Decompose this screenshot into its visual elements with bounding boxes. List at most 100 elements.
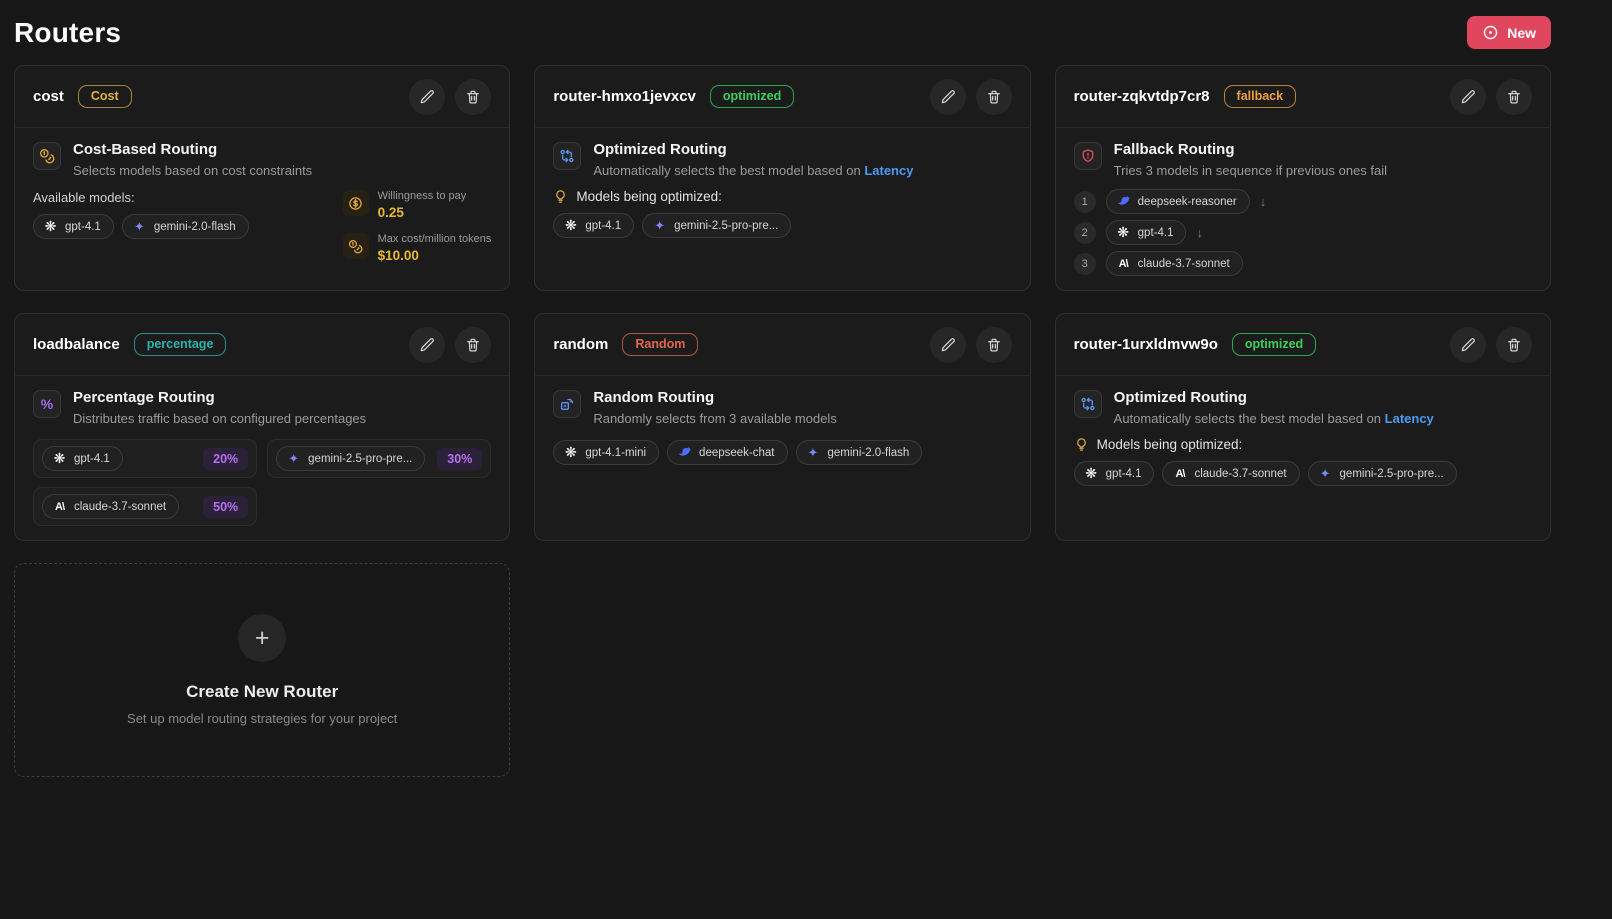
arrow-down-icon: ↓ bbox=[1260, 194, 1267, 209]
router-name: cost bbox=[33, 88, 64, 105]
edit-router-button[interactable] bbox=[409, 79, 445, 115]
gemini-icon: ✦ bbox=[652, 218, 667, 233]
edit-router-button[interactable] bbox=[930, 79, 966, 115]
shield-alert-icon bbox=[1074, 142, 1102, 170]
router-card-1urxldmvw9o: router-1urxldmvw9o optimized bbox=[1055, 313, 1551, 541]
model-chip: deepseek-reasoner bbox=[1106, 189, 1250, 214]
stat-value: 0.25 bbox=[378, 205, 467, 220]
openai-icon: ❋ bbox=[1084, 466, 1099, 481]
optimized-models-row: Models being optimized: bbox=[553, 189, 1011, 204]
card-header: loadbalance percentage bbox=[15, 314, 509, 376]
model-chip: ✦ gemini-2.5-pro-pre... bbox=[1308, 461, 1457, 486]
strategy-header: Random Routing Randomly selects from 3 a… bbox=[553, 389, 1011, 426]
strategy-header: Optimized Routing Automatically selects … bbox=[1074, 389, 1532, 426]
gemini-icon: ✦ bbox=[286, 451, 301, 466]
fallback-step: 3 A\ claude-3.7-sonnet bbox=[1074, 251, 1532, 276]
trash-icon bbox=[1506, 89, 1522, 105]
step-number: 3 bbox=[1074, 253, 1096, 275]
strategy-header: % Percentage Routing Distributes traffic… bbox=[33, 389, 491, 426]
optimized-models-label: Models being optimized: bbox=[1097, 437, 1243, 452]
coins-icon bbox=[343, 233, 369, 259]
router-card-random: random Random Random Ro bbox=[534, 313, 1030, 541]
router-type-badge: fallback bbox=[1224, 85, 1297, 108]
model-chip: ✦ gemini-2.0-flash bbox=[122, 214, 249, 239]
card-body: Cost-Based Routing Selects models based … bbox=[15, 128, 509, 290]
delete-router-button[interactable] bbox=[455, 327, 491, 363]
stat-willingness: Willingness to pay 0.25 bbox=[343, 190, 492, 220]
trash-icon bbox=[465, 89, 481, 105]
optimized-models-label: Models being optimized: bbox=[576, 189, 722, 204]
card-body: Random Routing Randomly selects from 3 a… bbox=[535, 376, 1029, 540]
card-actions bbox=[930, 79, 1012, 115]
percent-badge: 50% bbox=[203, 496, 248, 518]
model-chips: ❋ gpt-4.1 A\ claude-3.7-sonnet ✦ gemini-… bbox=[1074, 461, 1532, 486]
allocation-row: ✦ gemini-2.5-pro-pre... 30% bbox=[267, 439, 491, 478]
strategy-title: Optimized Routing bbox=[593, 141, 913, 159]
trash-icon bbox=[986, 89, 1002, 105]
allocation-row: A\ claude-3.7-sonnet 50% bbox=[33, 487, 257, 526]
create-router-subtitle: Set up model routing strategies for your… bbox=[127, 711, 397, 726]
delete-router-button[interactable] bbox=[1496, 79, 1532, 115]
create-router-title: Create New Router bbox=[186, 682, 338, 702]
create-new-router-card[interactable]: + Create New Router Set up model routing… bbox=[14, 563, 510, 777]
card-actions bbox=[409, 79, 491, 115]
fallback-step: 2 ❋ gpt-4.1 ↓ bbox=[1074, 220, 1532, 245]
strategy-title: Random Routing bbox=[593, 389, 837, 407]
card-actions bbox=[1450, 79, 1532, 115]
gemini-icon: ✦ bbox=[1318, 466, 1333, 481]
edit-router-button[interactable] bbox=[1450, 79, 1486, 115]
delete-router-button[interactable] bbox=[455, 79, 491, 115]
strategy-header: Optimized Routing Automatically selects … bbox=[553, 141, 1011, 178]
cost-stats: Willingness to pay 0.25 Max cost/million… bbox=[343, 190, 492, 263]
model-chip: ❋ gpt-4.1-mini bbox=[553, 440, 659, 465]
strategy-description: Selects models based on cost constraints bbox=[73, 163, 312, 178]
delete-router-button[interactable] bbox=[1496, 327, 1532, 363]
router-card-cost: cost Cost Cost-Based Ro bbox=[14, 65, 510, 291]
edit-router-button[interactable] bbox=[1450, 327, 1486, 363]
router-type-badge: Cost bbox=[78, 85, 132, 108]
router-card-zqkvtdp7cr8: router-zqkvtdp7cr8 fallback bbox=[1055, 65, 1551, 291]
model-chip: ✦ gemini-2.5-pro-pre... bbox=[642, 213, 791, 238]
pencil-icon bbox=[419, 89, 435, 105]
card-body: % Percentage Routing Distributes traffic… bbox=[15, 376, 509, 540]
trash-icon bbox=[986, 337, 1002, 353]
router-type-badge: Random bbox=[622, 333, 698, 356]
lightbulb-icon bbox=[1074, 437, 1089, 452]
strategy-title: Fallback Routing bbox=[1114, 141, 1387, 159]
delete-router-button[interactable] bbox=[976, 79, 1012, 115]
model-chip: ❋ gpt-4.1 bbox=[1074, 461, 1155, 486]
card-body: Fallback Routing Tries 3 models in seque… bbox=[1056, 128, 1550, 290]
edit-router-button[interactable] bbox=[409, 327, 445, 363]
model-chips: ❋ gpt-4.1-mini deepseek-chat ✦ gemini-2.… bbox=[553, 440, 1011, 465]
model-chip: deepseek-chat bbox=[667, 440, 787, 465]
percent-badge: 30% bbox=[437, 448, 482, 470]
page-title: Routers bbox=[14, 17, 121, 49]
openai-icon: ❋ bbox=[52, 451, 67, 466]
model-chip: ✦ gemini-2.0-flash bbox=[796, 440, 923, 465]
delete-router-button[interactable] bbox=[976, 327, 1012, 363]
openai-icon: ❋ bbox=[563, 218, 578, 233]
trash-icon bbox=[465, 337, 481, 353]
allocation-row: ❋ gpt-4.1 20% bbox=[33, 439, 257, 478]
strategy-title: Cost-Based Routing bbox=[73, 141, 312, 159]
strategy-description: Automatically selects the best model bas… bbox=[1114, 411, 1434, 426]
model-chip: A\ claude-3.7-sonnet bbox=[1162, 461, 1299, 486]
stat-label: Willingness to pay bbox=[378, 190, 467, 202]
plus-icon[interactable]: + bbox=[238, 614, 286, 662]
coins-icon bbox=[33, 142, 61, 170]
git-compare-icon bbox=[553, 142, 581, 170]
router-type-badge: optimized bbox=[1232, 333, 1316, 356]
new-router-button[interactable]: New bbox=[1467, 16, 1551, 49]
edit-router-button[interactable] bbox=[930, 327, 966, 363]
arrow-down-icon: ↓ bbox=[1196, 225, 1203, 240]
routers-page: Routers New cost Cost bbox=[0, 0, 1612, 777]
fallback-step: 1 deepseek-reasoner ↓ bbox=[1074, 189, 1532, 214]
model-chip: A\ claude-3.7-sonnet bbox=[1106, 251, 1243, 276]
pencil-icon bbox=[1460, 337, 1476, 353]
model-chip: A\ claude-3.7-sonnet bbox=[42, 494, 179, 519]
deepseek-icon bbox=[1116, 194, 1131, 209]
router-name: loadbalance bbox=[33, 336, 120, 353]
git-compare-icon bbox=[1074, 390, 1102, 418]
pencil-icon bbox=[940, 89, 956, 105]
strategy-header: Cost-Based Routing Selects models based … bbox=[33, 141, 491, 178]
